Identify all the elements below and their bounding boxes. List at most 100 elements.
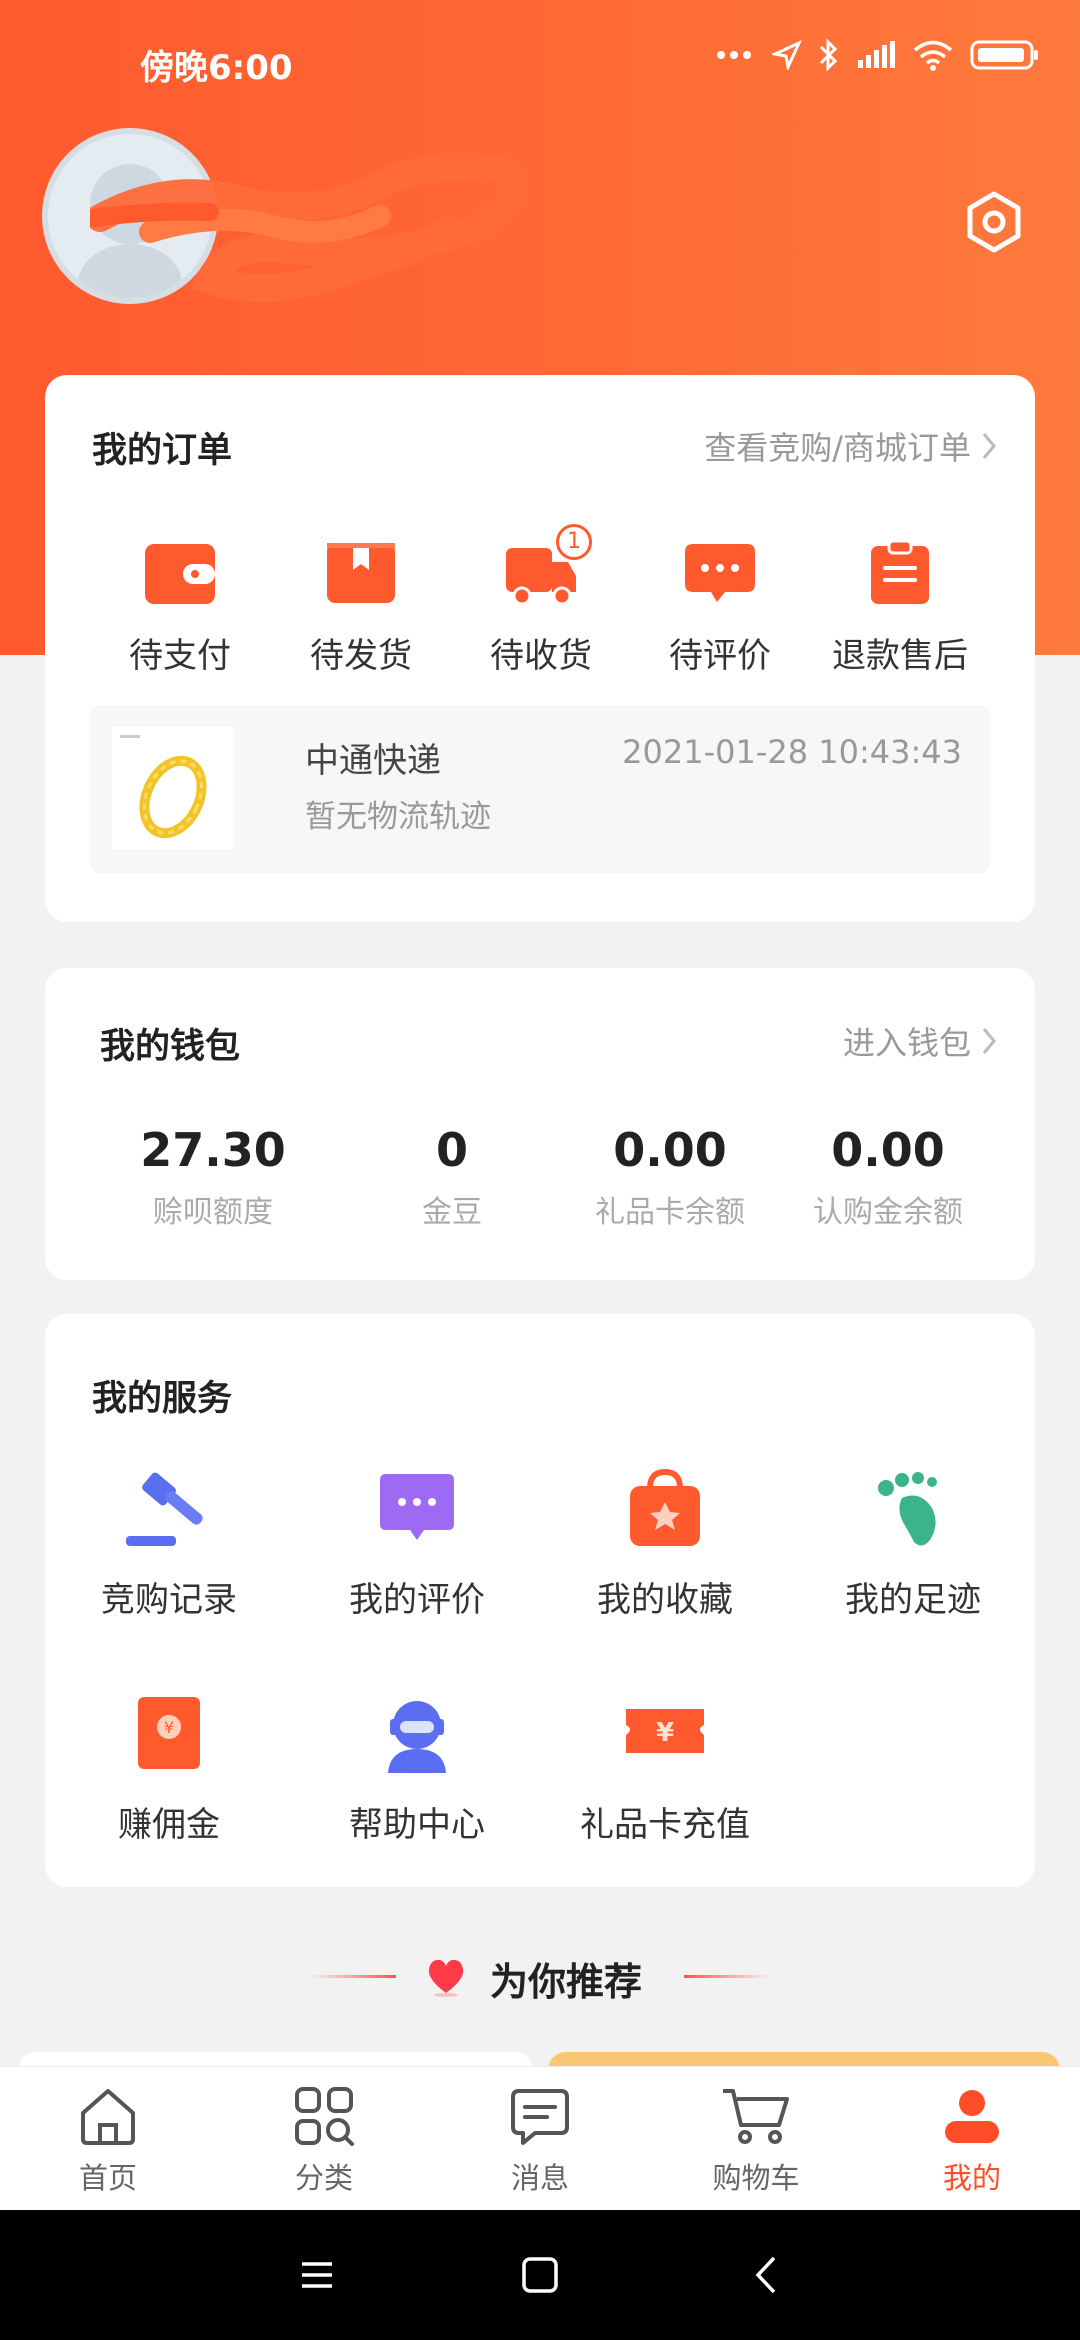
- order-count-badge: 1: [556, 524, 592, 560]
- order-label: 待评价: [669, 636, 771, 676]
- order-label: 待支付: [129, 636, 231, 676]
- wallet-label: 金豆: [422, 1195, 482, 1230]
- wallet-gold-beans[interactable]: 0 金豆: [342, 1123, 562, 1231]
- menu-icon: [302, 2262, 332, 2288]
- service-label: 礼品卡充值: [580, 1805, 750, 1845]
- home-icon: [81, 2089, 135, 2145]
- tab-label: 首页: [78, 2161, 137, 2195]
- service-label: 我的足迹: [845, 1580, 981, 1620]
- order-label: 待收货: [490, 636, 592, 676]
- tab-messages[interactable]: 消息: [460, 2085, 620, 2197]
- view-orders-link[interactable]: 查看竞购/商城订单: [704, 423, 997, 469]
- footprint-icon: [878, 1472, 937, 1546]
- service-label: 我的收藏: [597, 1580, 733, 1620]
- shipment-time: 2021-01-28 10:43:43: [622, 733, 962, 771]
- wallet-icon: [145, 544, 215, 604]
- status-bar: 傍晚6:00: [0, 0, 1080, 126]
- settings-hexagon-icon: [967, 191, 1021, 253]
- box-icon: [327, 543, 395, 603]
- favorite-bag-icon: [630, 1468, 700, 1546]
- settings-button[interactable]: [962, 190, 1026, 254]
- profile-icon: [945, 2090, 999, 2143]
- product-thumbnail: [112, 727, 234, 849]
- service-help-center[interactable]: 帮助中心: [307, 1689, 527, 1846]
- back-button[interactable]: [742, 2250, 792, 2300]
- order-pending-shipment[interactable]: 待发货: [271, 540, 451, 677]
- shipment-carrier: 中通快递: [305, 741, 441, 781]
- service-my-reviews[interactable]: 我的评价: [307, 1464, 527, 1621]
- services-title: 我的服务: [92, 1379, 233, 1419]
- view-orders-link-label: 查看竞购/商城订单: [704, 429, 971, 467]
- orders-card: 我的订单 查看竞购/商城订单 待支付 待发货 1 待收货 待评价 退款售后 中通…: [45, 375, 1035, 922]
- service-earn-commission[interactable]: ¥ 赚佣金: [59, 1689, 279, 1846]
- tab-cart[interactable]: 购物车: [676, 2085, 836, 2197]
- chevron-right-icon: [982, 433, 996, 459]
- tab-label: 分类: [294, 2161, 353, 2195]
- square-icon: [522, 2257, 558, 2293]
- wallet-card: 我的钱包 进入钱包 27.30 赊呗额度 0 金豆 0.00 礼品卡余额 0.0…: [45, 968, 1035, 1280]
- wallet-label: 礼品卡余额: [595, 1195, 745, 1230]
- wallet-subscription-balance[interactable]: 0.00 认购金余额: [778, 1123, 998, 1231]
- service-label: 竞购记录: [101, 1580, 237, 1620]
- service-gift-card-recharge[interactable]: ¥ 礼品卡充值: [555, 1689, 775, 1846]
- svg-text:¥: ¥: [164, 1718, 174, 1737]
- order-pending-receipt[interactable]: 1 待收货: [451, 524, 631, 677]
- message-icon: [511, 2089, 569, 2145]
- recommend-section-header: 为你推荐: [0, 1945, 1080, 2005]
- order-pending-payment[interactable]: 待支付: [90, 540, 270, 677]
- tab-label: 我的: [942, 2161, 1001, 2195]
- wallet-value: 0.00: [831, 1123, 945, 1177]
- category-icon: [295, 2087, 354, 2146]
- wallet-label: 赊呗额度: [153, 1195, 273, 1230]
- wallet-value: 0.00: [613, 1123, 727, 1177]
- order-pending-review[interactable]: 待评价: [630, 540, 810, 677]
- wallet-value: 0: [435, 1123, 468, 1177]
- gold-ring-image: [112, 727, 234, 849]
- services-card: 我的服务 竞购记录 我的评价 我的收藏 我的足迹 ¥ 赚佣金 帮助中心 ¥ 礼品…: [45, 1314, 1035, 1887]
- system-navigation-bar: [0, 2210, 1080, 2340]
- more-dots-icon: [717, 51, 751, 59]
- svg-text:¥: ¥: [656, 1718, 674, 1748]
- service-my-footprints[interactable]: 我的足迹: [803, 1464, 1023, 1621]
- order-label: 退款售后: [832, 636, 968, 676]
- status-time: 傍晚6:00: [140, 48, 293, 88]
- enter-wallet-link[interactable]: 进入钱包: [843, 1018, 997, 1064]
- signal-icon: [858, 41, 895, 68]
- orders-title: 我的订单: [92, 431, 233, 471]
- wallet-title: 我的钱包: [100, 1027, 241, 1067]
- chat-icon: [685, 544, 755, 602]
- service-my-favorites[interactable]: 我的收藏: [555, 1464, 775, 1621]
- battery-icon: [970, 40, 1038, 70]
- latest-shipment-card[interactable]: 中通快递 暂无物流轨迹 2021-01-28 10:43:43: [90, 705, 990, 873]
- order-refund-aftersale[interactable]: 退款售后: [810, 539, 990, 677]
- order-label: 待发货: [310, 636, 412, 676]
- red-envelope-icon: ¥: [138, 1697, 200, 1769]
- wallet-gift-card-balance[interactable]: 0.00 礼品卡余额: [560, 1123, 780, 1231]
- tab-category[interactable]: 分类: [244, 2085, 404, 2197]
- wallet-label: 认购金余额: [813, 1195, 963, 1230]
- wallet-value: 27.30: [140, 1123, 286, 1177]
- tab-home[interactable]: 首页: [28, 2085, 188, 2197]
- cart-icon: [723, 2089, 789, 2144]
- recent-apps-button[interactable]: [292, 2250, 342, 2300]
- status-icons: [716, 38, 1040, 72]
- clipboard-icon: [871, 539, 929, 604]
- tab-label: 消息: [510, 2161, 569, 2195]
- heart-icon: [428, 1959, 464, 1997]
- location-icon: [772, 40, 802, 70]
- enter-wallet-link-label: 进入钱包: [842, 1024, 971, 1062]
- bluetooth-icon: [819, 38, 838, 72]
- home-button[interactable]: [515, 2250, 565, 2300]
- chevron-right-icon: [982, 1028, 996, 1054]
- wallet-credit-limit[interactable]: 27.30 赊呗额度: [103, 1123, 323, 1231]
- shipment-status: 暂无物流轨迹: [305, 799, 491, 835]
- gavel-icon: [126, 1472, 203, 1546]
- tab-profile[interactable]: 我的: [892, 2085, 1052, 2197]
- service-bid-records[interactable]: 竞购记录: [59, 1464, 279, 1621]
- gift-card-icon: ¥: [626, 1709, 704, 1753]
- service-label: 帮助中心: [349, 1805, 485, 1845]
- back-chevron-icon: [755, 2256, 776, 2294]
- support-agent-icon: [388, 1701, 446, 1773]
- divider-line-left: [310, 1975, 396, 1978]
- redacted-username-scribble: [90, 152, 529, 302]
